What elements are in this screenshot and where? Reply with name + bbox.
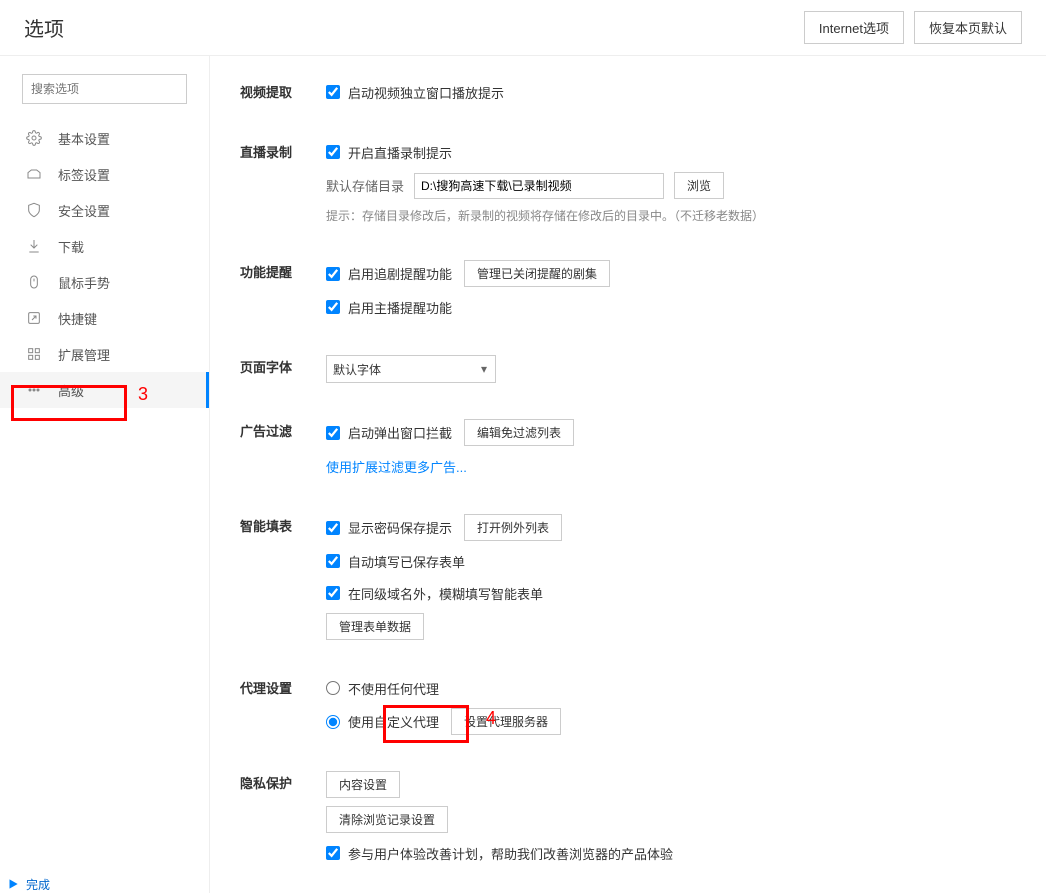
sidebar-item-tabs[interactable]: 标签设置 — [0, 156, 209, 192]
checkbox-autofill[interactable] — [326, 554, 340, 568]
tab-icon — [26, 166, 42, 182]
grid-icon — [26, 346, 42, 362]
search-input[interactable] — [22, 74, 187, 104]
label-default-dir: 默认存储目录 — [326, 176, 404, 195]
open-exception-button[interactable]: 打开例外列表 — [464, 514, 562, 541]
sidebar-item-label: 安全设置 — [58, 201, 110, 220]
status-text: 完成 — [26, 876, 50, 893]
label-custom-proxy: 使用自定义代理 — [348, 712, 439, 731]
header: 选项 Internet选项 恢复本页默认 — [0, 0, 1046, 56]
section-title-smartfill: 智能填表 — [240, 514, 326, 640]
clear-history-button[interactable]: 清除浏览记录设置 — [326, 806, 448, 833]
manage-form-button[interactable]: 管理表单数据 — [326, 613, 424, 640]
sidebar-item-label: 下载 — [58, 237, 84, 256]
shield-icon — [26, 202, 42, 218]
checkbox-drama-remind[interactable] — [326, 267, 340, 281]
sidebar-item-label: 标签设置 — [58, 165, 110, 184]
checkbox-popup-block[interactable] — [326, 426, 340, 440]
sidebar-item-advanced[interactable]: 高级 — [0, 372, 209, 408]
content-settings-button[interactable]: 内容设置 — [326, 771, 400, 798]
section-title-adfilter: 广告过滤 — [240, 419, 326, 478]
header-buttons: Internet选项 恢复本页默认 — [804, 11, 1022, 44]
sidebar-item-extension[interactable]: 扩展管理 — [0, 336, 209, 372]
radio-custom-proxy[interactable] — [326, 715, 340, 729]
label-fuzzy-fill: 在同级域名外，模糊填写智能表单 — [348, 584, 543, 603]
sidebar-item-security[interactable]: 安全设置 — [0, 192, 209, 228]
restore-defaults-button[interactable]: 恢复本页默认 — [914, 11, 1022, 44]
label-pwd-prompt: 显示密码保存提示 — [348, 518, 452, 537]
browse-button[interactable]: 浏览 — [674, 172, 724, 199]
radio-no-proxy[interactable] — [326, 681, 340, 695]
label-popup-block: 启动弹出窗口拦截 — [348, 423, 452, 442]
dots-icon — [26, 382, 42, 398]
sidebar-item-mouse[interactable]: 鼠标手势 — [0, 264, 209, 300]
sidebar-item-basic[interactable]: 基本设置 — [0, 120, 209, 156]
section-title-live: 直播录制 — [240, 140, 326, 224]
content-area: 视频提取 启动视频独立窗口播放提示 直播录制 开启直播录制提示 默认存储目录 浏… — [210, 56, 1046, 893]
set-proxy-button[interactable]: 设置代理服务器 — [451, 708, 561, 735]
sidebar-item-label: 扩展管理 — [58, 345, 110, 364]
manage-closed-button[interactable]: 管理已关闭提醒的剧集 — [464, 260, 610, 287]
annotation-label-4: 4 — [486, 708, 496, 729]
gear-icon — [26, 130, 42, 146]
sidebar: 基本设置 标签设置 安全设置 下载 鼠标手势 快捷键 扩展管理 高级 — [0, 56, 210, 893]
font-select[interactable]: 默认字体 — [326, 355, 496, 383]
section-title-video: 视频提取 — [240, 80, 326, 104]
hint-live-record: 提示：存储目录修改后，新录制的视频将存储在修改后的目录中。（不迁移老数据） — [326, 207, 1016, 224]
section-title-proxy: 代理设置 — [240, 676, 326, 735]
section-title-font: 页面字体 — [240, 355, 326, 383]
link-ext-filter[interactable]: 使用扩展过滤更多广告... — [326, 457, 467, 476]
checkbox-video-popup[interactable] — [326, 85, 340, 99]
sidebar-item-label: 快捷键 — [58, 309, 97, 328]
sidebar-item-shortcut[interactable]: 快捷键 — [0, 300, 209, 336]
label-drama-remind: 启用追剧提醒功能 — [348, 264, 452, 283]
checkbox-anchor-remind[interactable] — [326, 300, 340, 314]
sidebar-item-download[interactable]: 下载 — [0, 228, 209, 264]
internet-options-button[interactable]: Internet选项 — [804, 11, 904, 44]
play-icon — [6, 877, 20, 891]
section-title-privacy: 隐私保护 — [240, 771, 326, 865]
edit-exempt-button[interactable]: 编辑免过滤列表 — [464, 419, 574, 446]
label-ux-plan: 参与用户体验改善计划，帮助我们改善浏览器的产品体验 — [348, 844, 673, 863]
label-video-popup: 启动视频独立窗口播放提示 — [348, 83, 504, 102]
page-title: 选项 — [24, 13, 64, 42]
shortcut-icon — [26, 310, 42, 326]
status-bar: 完成 — [0, 875, 50, 893]
checkbox-ux-plan[interactable] — [326, 846, 340, 860]
checkbox-fuzzy-fill[interactable] — [326, 586, 340, 600]
mouse-icon — [26, 274, 42, 290]
sidebar-item-label: 基本设置 — [58, 129, 110, 148]
sidebar-item-label: 高级 — [58, 381, 84, 400]
label-autofill: 自动填写已保存表单 — [348, 552, 465, 571]
label-anchor-remind: 启用主播提醒功能 — [348, 298, 452, 317]
label-no-proxy: 不使用任何代理 — [348, 679, 439, 698]
download-icon — [26, 238, 42, 254]
section-title-func: 功能提醒 — [240, 260, 326, 319]
checkbox-live-record[interactable] — [326, 145, 340, 159]
label-live-record: 开启直播录制提示 — [348, 143, 452, 162]
sidebar-item-label: 鼠标手势 — [58, 273, 110, 292]
checkbox-pwd-prompt[interactable] — [326, 521, 340, 535]
annotation-label-3: 3 — [138, 384, 148, 405]
input-default-dir[interactable] — [414, 173, 664, 199]
